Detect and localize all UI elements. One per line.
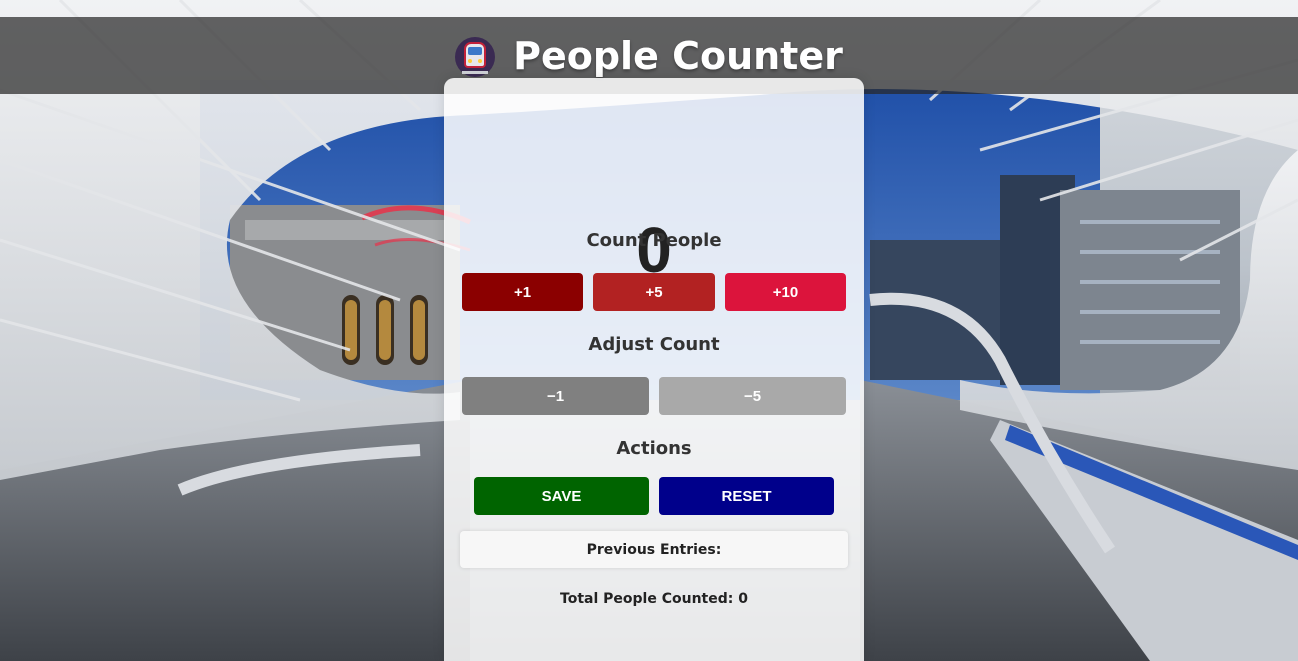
reset-button[interactable]: RESET bbox=[659, 477, 834, 515]
actions-heading: Actions bbox=[616, 438, 692, 459]
add-10-button[interactable]: +10 bbox=[725, 273, 846, 311]
subtract-5-button[interactable]: −5 bbox=[659, 377, 846, 415]
add-1-button[interactable]: +1 bbox=[462, 273, 583, 311]
previous-entries-label: Previous Entries: bbox=[586, 541, 722, 558]
count-people-heading: Count People bbox=[586, 230, 722, 251]
train-icon bbox=[455, 36, 496, 77]
page-title: People Counter bbox=[513, 33, 843, 78]
add-5-button[interactable]: +5 bbox=[593, 273, 715, 311]
counter-card: 0 Count People +1 +5 +10 Adjust Count −1… bbox=[444, 78, 864, 661]
previous-entries-box: Previous Entries: bbox=[460, 531, 848, 568]
save-button[interactable]: SAVE bbox=[474, 477, 649, 515]
adjust-count-heading: Adjust Count bbox=[588, 334, 720, 355]
subtract-1-button[interactable]: −1 bbox=[462, 377, 649, 415]
total-people-counted: Total People Counted: 0 bbox=[560, 591, 748, 607]
